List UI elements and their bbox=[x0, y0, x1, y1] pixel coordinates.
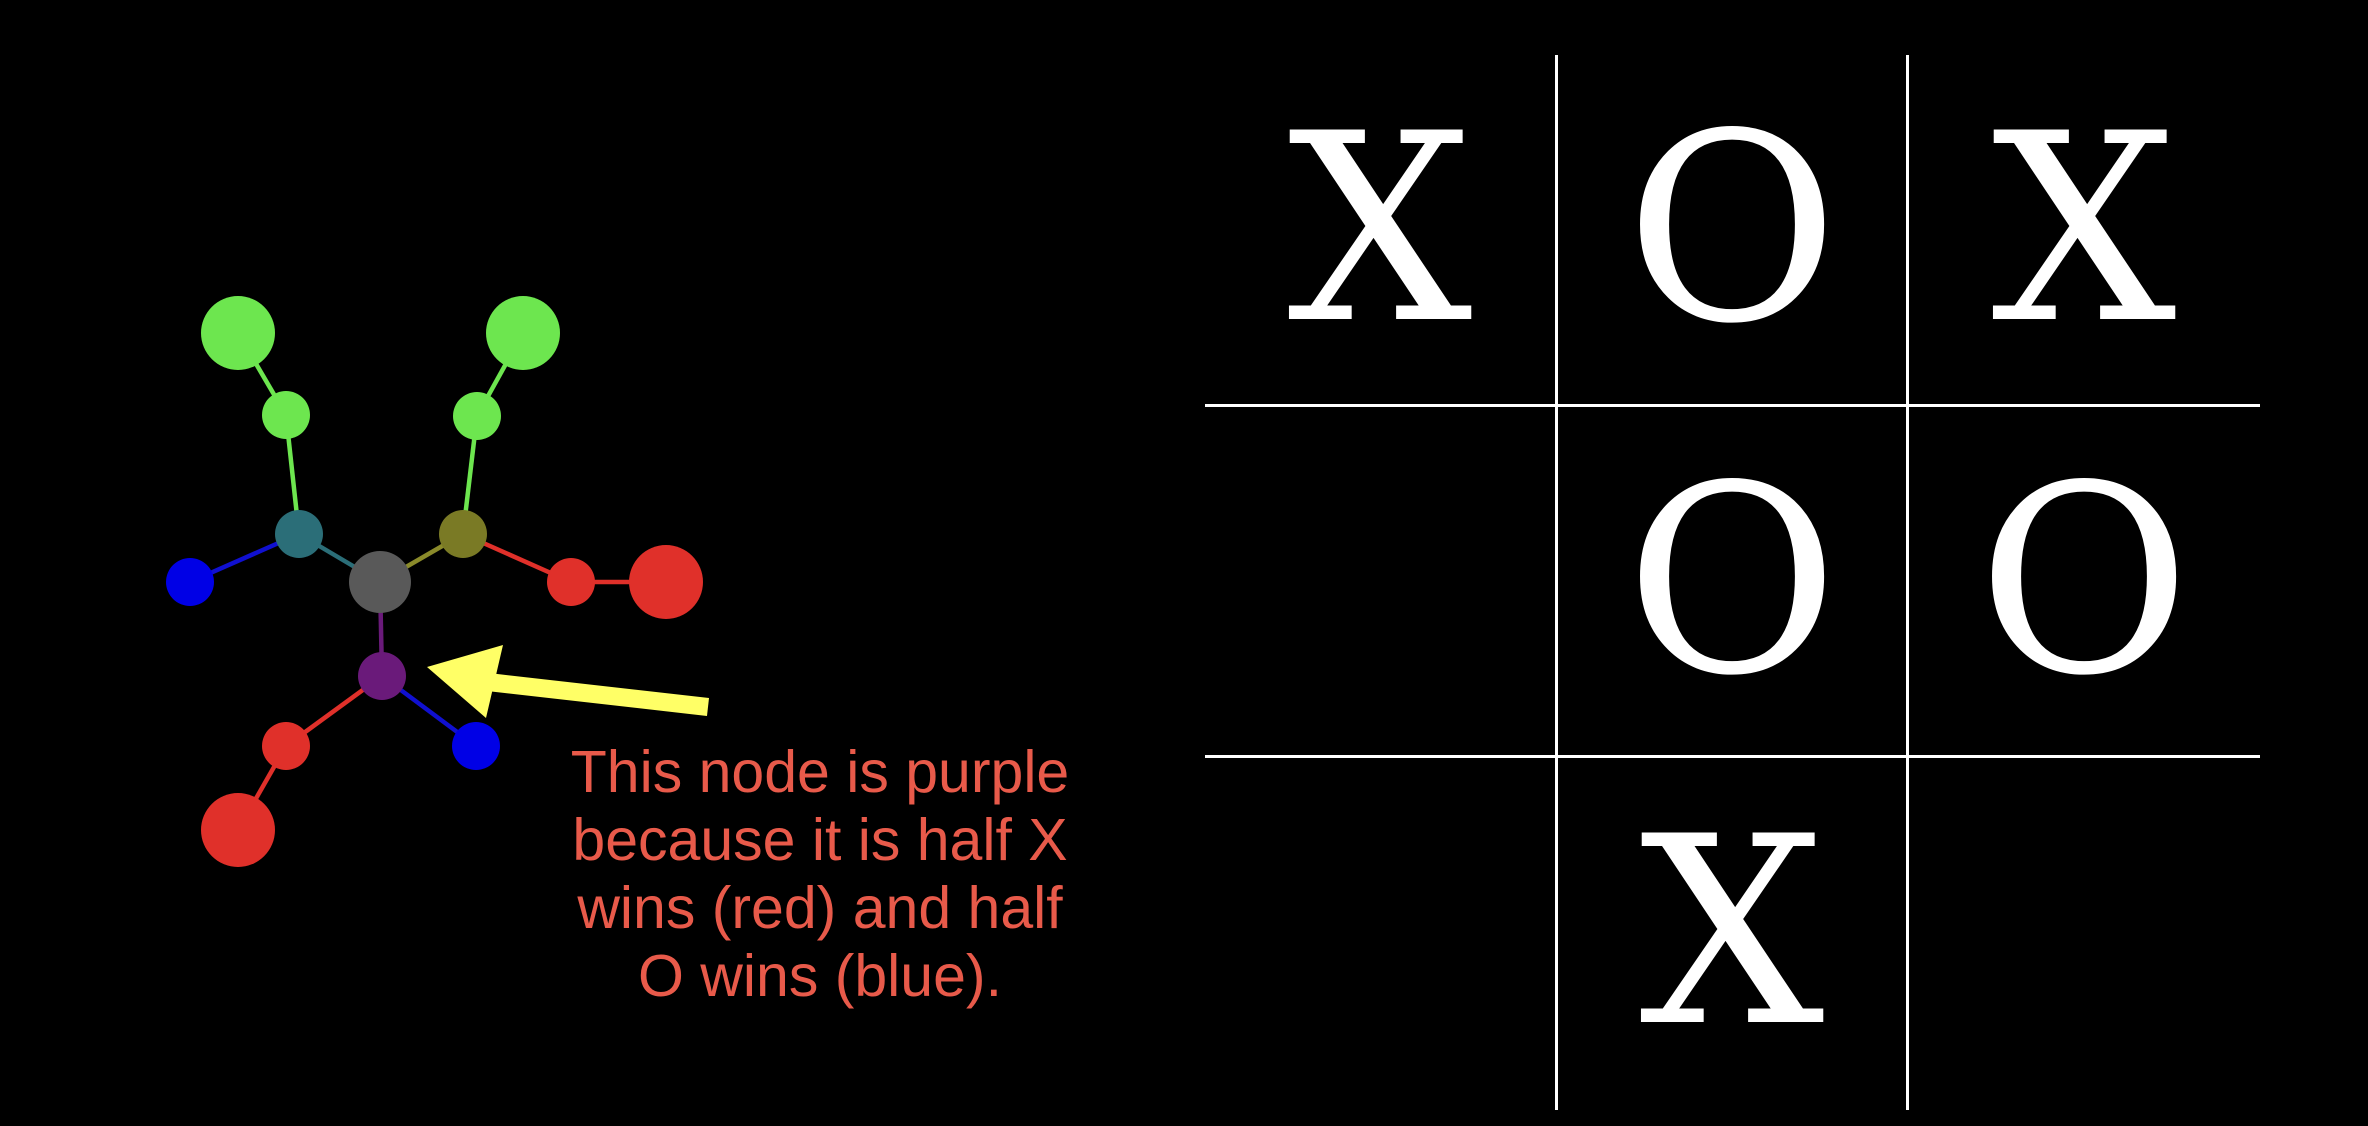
tree-node-red-right-big bbox=[629, 545, 703, 619]
caption-line-1: This node is purple bbox=[570, 739, 1070, 805]
board-cell-3[interactable]: X bbox=[1909, 55, 2259, 405]
caption-line-3: wins (red) and half bbox=[577, 875, 1063, 941]
board-cell-6[interactable]: O bbox=[1909, 407, 2259, 757]
board-cell-2[interactable]: O bbox=[1557, 55, 1907, 405]
board-cell-9[interactable] bbox=[1909, 758, 2259, 1108]
board-cell-7[interactable] bbox=[1205, 758, 1555, 1108]
caption-line-2: because it is half X bbox=[572, 807, 1068, 873]
tree-node-red-bottom-mid bbox=[262, 722, 310, 770]
pointer-arrow bbox=[427, 645, 710, 718]
caption-line-4: O wins (blue). bbox=[638, 943, 1002, 1009]
tree-node-olive bbox=[439, 510, 487, 558]
pointer-arrow-shaft bbox=[486, 673, 710, 716]
tree-node-g-right-big bbox=[486, 296, 560, 370]
tree-node-teal bbox=[275, 510, 323, 558]
tree-node-purple bbox=[358, 652, 406, 700]
tree-node-red-right-mid bbox=[547, 558, 595, 606]
explanation-caption: This node is purple because it is half X… bbox=[520, 738, 1120, 1010]
tree-node-center bbox=[349, 551, 411, 613]
tree-node-blue-left bbox=[166, 558, 214, 606]
tic-tac-toe-board: X O X O O X bbox=[1205, 55, 2260, 1110]
pointer-arrow-head bbox=[427, 645, 503, 718]
slide: This node is purple because it is half X… bbox=[0, 0, 2368, 1126]
board-cell-1[interactable]: X bbox=[1205, 55, 1555, 405]
tree-node-red-bottom-big bbox=[201, 793, 275, 867]
board-cell-8[interactable]: X bbox=[1557, 758, 1907, 1108]
tree-node-blue-bottom bbox=[452, 722, 500, 770]
tree-node-g-left-big bbox=[201, 296, 275, 370]
board-cell-4[interactable] bbox=[1205, 407, 1555, 757]
tree-node-g-right-mid bbox=[453, 392, 501, 440]
tree-node-g-left-mid bbox=[262, 391, 310, 439]
board-cell-5[interactable]: O bbox=[1557, 407, 1907, 757]
